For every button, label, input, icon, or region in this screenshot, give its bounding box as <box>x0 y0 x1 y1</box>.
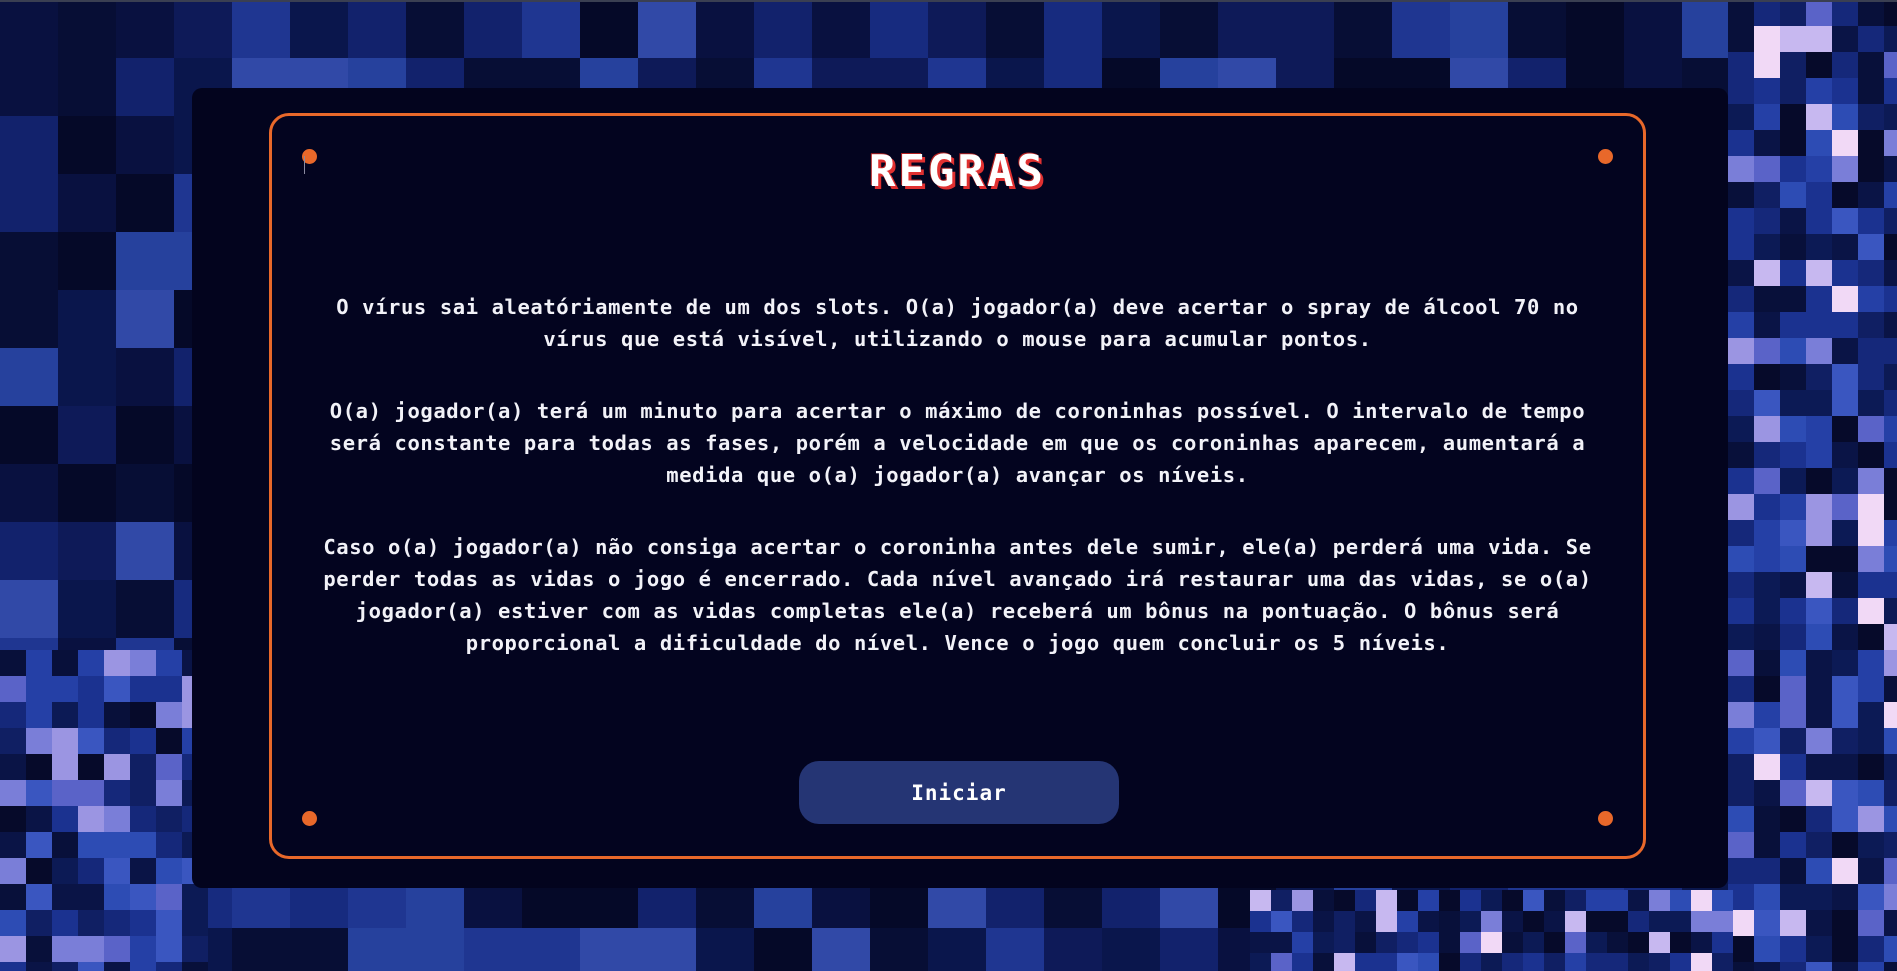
rivet-bottom-right <box>1598 811 1613 826</box>
rules-title: REGRAS <box>869 146 1046 197</box>
rules-paragraph-2: O(a) jogador(a) terá um minuto para acer… <box>329 399 1586 487</box>
game-screen: REGRAS O vírus sai aleatóriamente de um … <box>0 0 1897 971</box>
rivet-bottom-left <box>302 811 317 826</box>
rules-panel: REGRAS O vírus sai aleatóriamente de um … <box>269 113 1646 859</box>
rules-paragraph-1: O vírus sai aleatóriamente de um dos slo… <box>336 295 1579 351</box>
rules-paragraph-3: Caso o(a) jogador(a) não consiga acertar… <box>323 535 1592 655</box>
start-button[interactable]: Iniciar <box>799 761 1119 824</box>
rules-text: O vírus sai aleatóriamente de um dos slo… <box>312 291 1603 699</box>
